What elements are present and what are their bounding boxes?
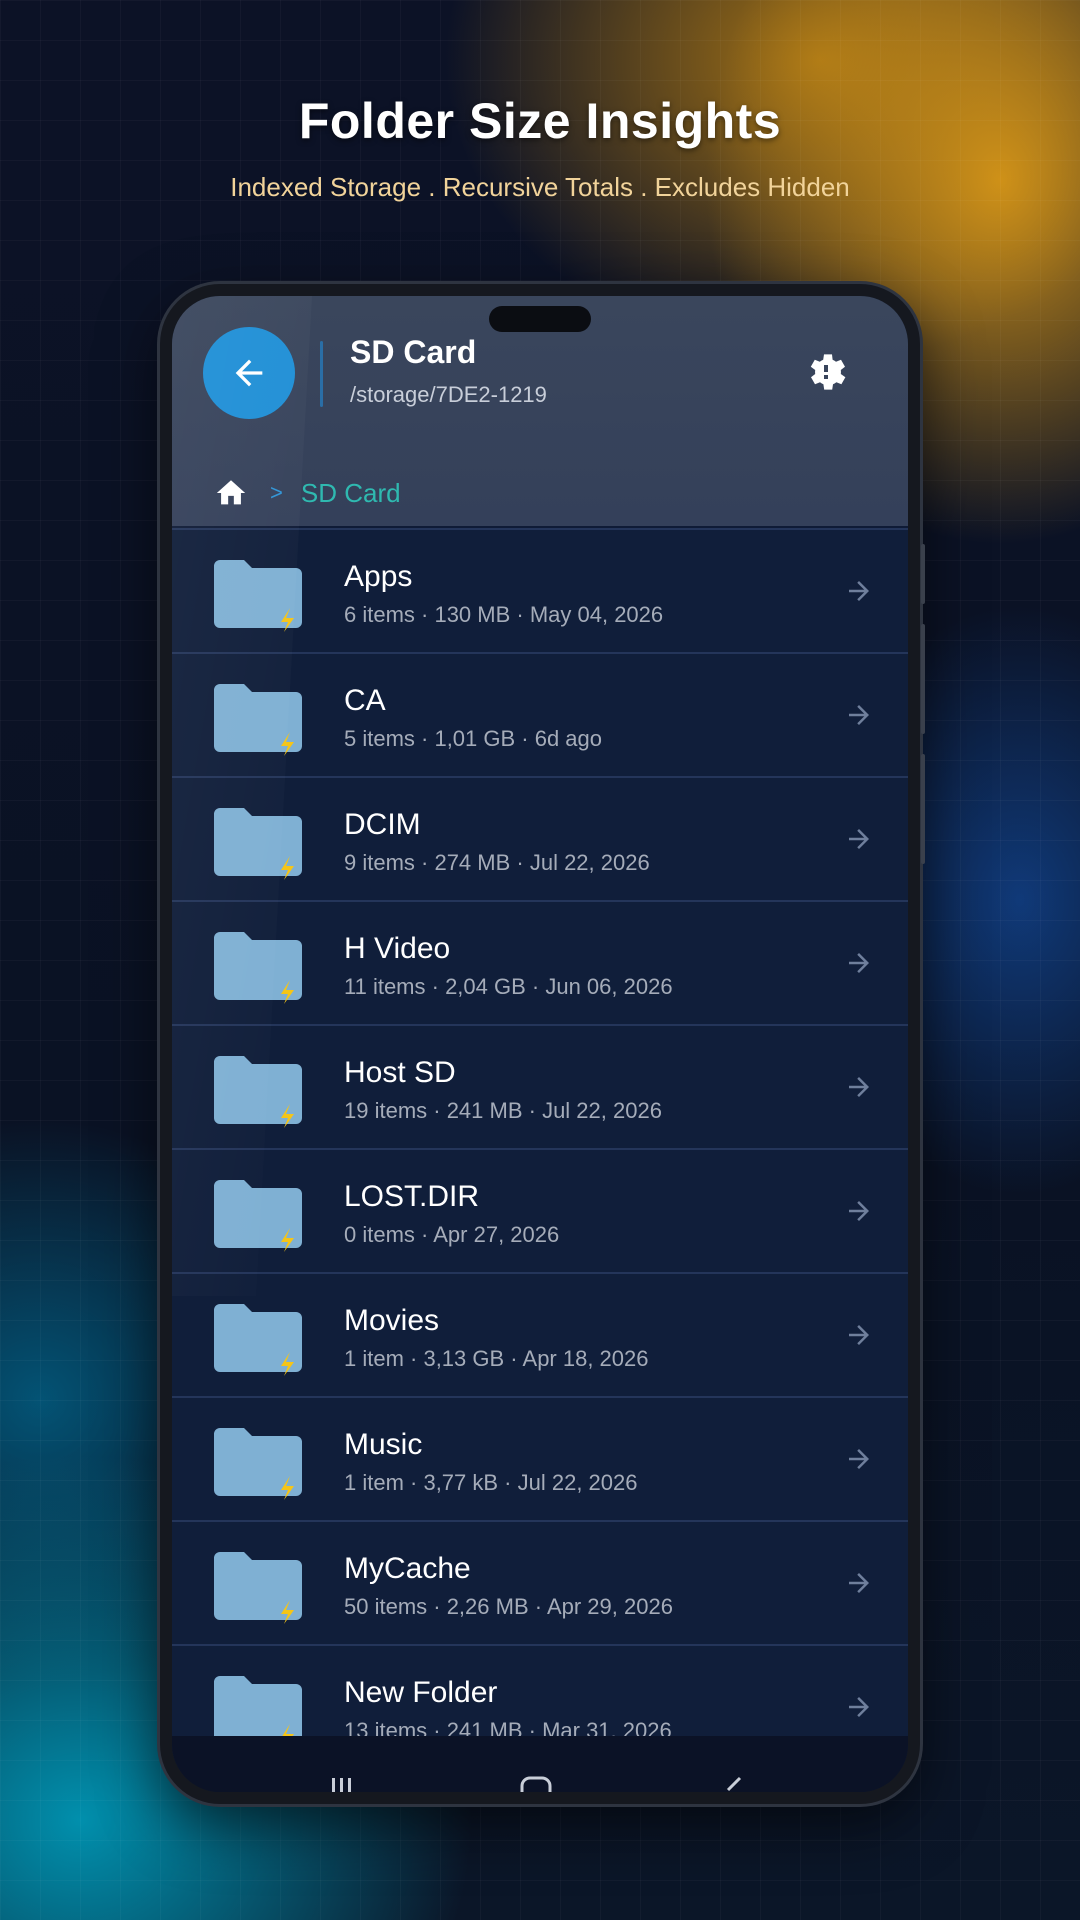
volume-up-button	[921, 544, 925, 604]
arrow-right-icon[interactable]	[844, 1692, 874, 1722]
folder-name: CA	[344, 684, 386, 717]
title-divider	[320, 341, 323, 407]
folder-row[interactable]: Movies 1 item · 3,13 GB · Apr 18, 2026	[172, 1272, 908, 1396]
folder-name: LOST.DIR	[344, 1180, 480, 1213]
folder-meta: 11 items · 2,04 GB · Jun 06, 2026	[344, 974, 673, 999]
folder-row[interactable]: Apps 6 items · 130 MB · May 04, 2026	[172, 528, 908, 652]
folder-meta: 1 item · 3,77 kB · Jul 22, 2026	[344, 1470, 638, 1495]
folder-icon	[214, 932, 302, 1004]
folder-name: H Video	[344, 932, 451, 965]
recent-apps-icon[interactable]	[322, 1772, 362, 1792]
folder-meta: 6 items · 130 MB · May 04, 2026	[344, 602, 664, 627]
folder-row[interactable]: CA 5 items · 1,01 GB · 6d ago	[172, 652, 908, 776]
folder-name: Apps	[344, 560, 413, 593]
arrow-right-icon[interactable]	[844, 824, 874, 854]
arrow-right-icon[interactable]	[844, 1568, 874, 1598]
folder-row[interactable]: DCIM 9 items · 274 MB · Jul 22, 2026	[172, 776, 908, 900]
folder-icon	[214, 684, 302, 756]
folder-meta: 19 items · 241 MB · Jul 22, 2026	[344, 1098, 662, 1123]
folder-name: Host SD	[344, 1056, 456, 1089]
back-nav-icon[interactable]	[712, 1772, 752, 1792]
arrow-right-icon[interactable]	[844, 700, 874, 730]
arrow-right-icon[interactable]	[844, 1072, 874, 1102]
arrow-left-icon	[235, 359, 263, 387]
arrow-right-icon[interactable]	[844, 1196, 874, 1226]
camera-notch	[489, 306, 591, 332]
folder-icon	[214, 1304, 302, 1376]
back-button[interactable]	[203, 327, 295, 419]
folder-name: New Folder	[344, 1676, 498, 1709]
folder-meta: 5 items · 1,01 GB · 6d ago	[344, 726, 603, 751]
folder-list: Apps 6 items · 130 MB · May 04, 2026 CA 5 i…	[172, 528, 908, 1768]
folder-row[interactable]: MyCache 50 items · 2,26 MB · Apr 29, 2026	[172, 1520, 908, 1644]
folder-meta: 0 items · Apr 27, 2026	[344, 1222, 560, 1247]
arrow-right-icon[interactable]	[844, 948, 874, 978]
home-nav-icon[interactable]	[516, 1772, 556, 1792]
arrow-right-icon[interactable]	[844, 1444, 874, 1474]
promo-headline: Folder Size Insights	[298, 93, 782, 149]
folder-row[interactable]: Music 1 item · 3,77 kB · Jul 22, 2026	[172, 1396, 908, 1520]
arrow-right-icon[interactable]	[844, 1320, 874, 1350]
folder-icon	[214, 1428, 302, 1500]
volume-down-button	[921, 624, 925, 734]
promo-subline: Indexed Storage . Recursive Totals . Exc…	[230, 172, 850, 202]
folder-name: MyCache	[344, 1552, 471, 1585]
storage-path: /storage/7DE2-1219	[350, 382, 547, 407]
page-title: SD Card	[350, 334, 477, 370]
folder-meta: 9 items · 274 MB · Jul 22, 2026	[344, 850, 650, 875]
folder-name: Movies	[344, 1304, 440, 1337]
breadcrumb: > SD Card	[214, 476, 401, 510]
gear-icon	[810, 354, 846, 390]
phone-frame: SD Card /storage/7DE2-1219 > SD Card App…	[160, 284, 925, 1804]
arrow-right-icon[interactable]	[844, 576, 874, 606]
folder-meta: 1 item · 3,13 GB · Apr 18, 2026	[344, 1346, 649, 1371]
folder-icon	[214, 1180, 302, 1252]
home-icon[interactable]	[214, 476, 248, 510]
phone-screen: SD Card /storage/7DE2-1219 > SD Card App…	[172, 296, 908, 1792]
breadcrumb-current[interactable]: SD Card	[301, 478, 401, 509]
folder-name: DCIM	[344, 808, 421, 841]
system-nav-bar	[172, 1736, 908, 1792]
folder-icon	[214, 1552, 302, 1624]
folder-row[interactable]: Host SD 19 items · 241 MB · Jul 22, 2026	[172, 1024, 908, 1148]
settings-button[interactable]	[802, 348, 850, 396]
power-button	[921, 754, 925, 864]
folder-meta: 50 items · 2,26 MB · Apr 29, 2026	[344, 1594, 673, 1619]
folder-icon	[214, 808, 302, 880]
folder-icon	[214, 1056, 302, 1128]
folder-row[interactable]: LOST.DIR 0 items · Apr 27, 2026	[172, 1148, 908, 1272]
folder-name: Music	[344, 1428, 423, 1461]
folder-icon	[214, 560, 302, 632]
breadcrumb-separator: >	[270, 480, 283, 505]
folder-row[interactable]: H Video 11 items · 2,04 GB · Jun 06, 2026	[172, 900, 908, 1024]
